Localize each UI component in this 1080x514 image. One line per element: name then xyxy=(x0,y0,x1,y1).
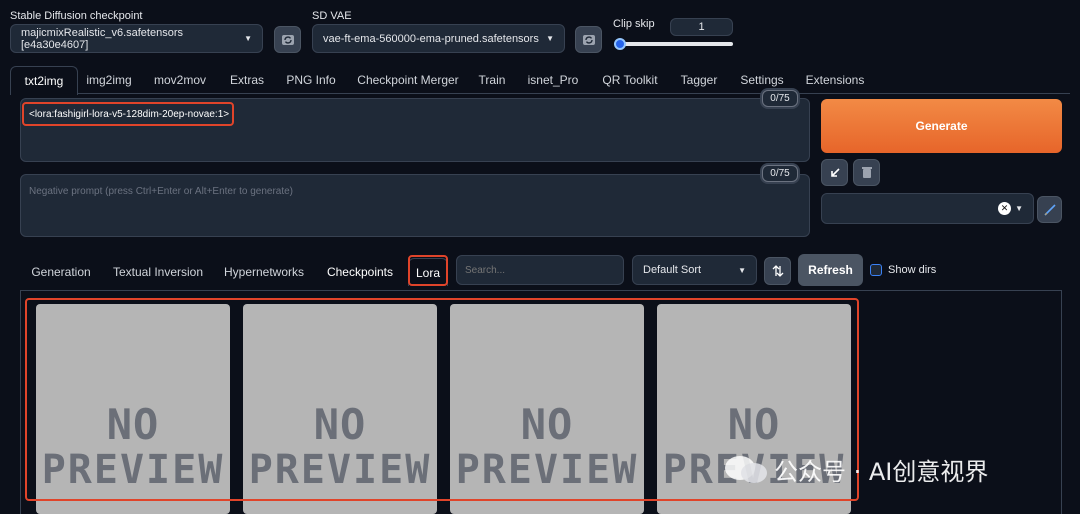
negative-prompt-placeholder: Negative prompt (press Ctrl+Enter or Alt… xyxy=(29,186,294,197)
checkpoint-value: majicmixRealistic_v6.safetensors [e4a30e… xyxy=(21,26,183,51)
main-tabs: txt2img img2img mov2mov Extras PNG Info … xyxy=(10,66,1070,95)
apply-style-button[interactable] xyxy=(1037,196,1062,223)
tab-isnet-pro[interactable]: isnet_Pro xyxy=(522,66,584,94)
chevron-down-icon: ▼ xyxy=(546,34,554,43)
subtab-checkpoints[interactable]: Checkpoints xyxy=(322,258,398,286)
clip-skip-slider[interactable] xyxy=(614,42,733,46)
clip-skip-label: Clip skip xyxy=(613,18,655,30)
vae-dropdown[interactable]: vae-ft-ema-560000-ema-pruned.safetensors… xyxy=(312,24,565,53)
styles-dropdown[interactable]: ✕ ▼ xyxy=(821,193,1034,224)
tab-tagger[interactable]: Tagger xyxy=(676,66,722,94)
watermark: 公众号 · AI创意视界 xyxy=(724,452,988,487)
tab-mov2mov[interactable]: mov2mov xyxy=(148,66,212,94)
negative-prompt-textarea[interactable]: Negative prompt (press Ctrl+Enter or Alt… xyxy=(20,174,810,237)
sort-dropdown[interactable]: Default Sort ▼ xyxy=(632,255,757,285)
tab-qr-toolkit[interactable]: QR Toolkit xyxy=(596,66,664,94)
generate-button[interactable]: Generate xyxy=(821,99,1062,153)
vae-value: vae-ft-ema-560000-ema-pruned.safetensors xyxy=(323,32,539,45)
refresh-checkpoints-button[interactable] xyxy=(274,26,301,53)
paste-params-button[interactable] xyxy=(821,159,848,186)
prompt-highlight xyxy=(22,102,234,126)
tab-extras[interactable]: Extras xyxy=(224,66,270,94)
refresh-icon xyxy=(281,34,294,45)
chevron-down-icon: ▼ xyxy=(738,265,746,275)
brush-icon xyxy=(1043,203,1056,216)
show-dirs-label: Show dirs xyxy=(888,264,937,276)
arrow-down-left-icon xyxy=(830,167,840,177)
tab-img2img[interactable]: img2img xyxy=(80,66,138,94)
sort-value: Default Sort xyxy=(643,264,702,276)
watermark-text: 公众号 · AI创意视界 xyxy=(774,458,989,486)
vae-label: SD VAE xyxy=(312,10,352,22)
refresh-vae-button[interactable] xyxy=(575,26,602,53)
sort-direction-button[interactable] xyxy=(764,257,791,285)
tab-txt2img[interactable]: txt2img xyxy=(10,66,78,95)
checkpoint-label: Stable Diffusion checkpoint xyxy=(10,10,143,22)
clear-icon[interactable]: ✕ xyxy=(998,202,1012,215)
chevron-down-icon: ▼ xyxy=(244,34,252,43)
lora-tab-highlight xyxy=(408,255,448,286)
chevron-down-icon: ▼ xyxy=(1015,204,1023,213)
clear-prompt-button[interactable] xyxy=(853,159,880,186)
refresh-icon xyxy=(582,34,595,45)
subtab-hypernetworks[interactable]: Hypernetworks xyxy=(220,258,308,286)
network-search-input[interactable] xyxy=(456,255,624,285)
checkpoint-dropdown[interactable]: majicmixRealistic_v6.safetensors [e4a30e… xyxy=(10,24,263,53)
tab-png-info[interactable]: PNG Info xyxy=(280,66,342,94)
negative-token-counter: 0/75 xyxy=(762,165,798,182)
clip-skip-slider-thumb[interactable] xyxy=(614,38,626,50)
refresh-button[interactable]: Refresh xyxy=(798,254,863,286)
subtab-textual-inversion[interactable]: Textual Inversion xyxy=(108,258,208,286)
tab-train[interactable]: Train xyxy=(474,66,510,94)
show-dirs-checkbox[interactable] xyxy=(870,264,882,276)
subtab-generation[interactable]: Generation xyxy=(26,258,96,286)
clip-skip-input[interactable]: 1 xyxy=(670,18,733,36)
trash-icon xyxy=(861,167,872,178)
tab-extensions[interactable]: Extensions xyxy=(802,66,868,94)
tab-checkpoint-merger[interactable]: Checkpoint Merger xyxy=(352,66,464,94)
prompt-token-counter: 0/75 xyxy=(762,90,798,107)
sort-arrows-icon xyxy=(772,265,783,277)
wechat-icon xyxy=(725,455,767,483)
